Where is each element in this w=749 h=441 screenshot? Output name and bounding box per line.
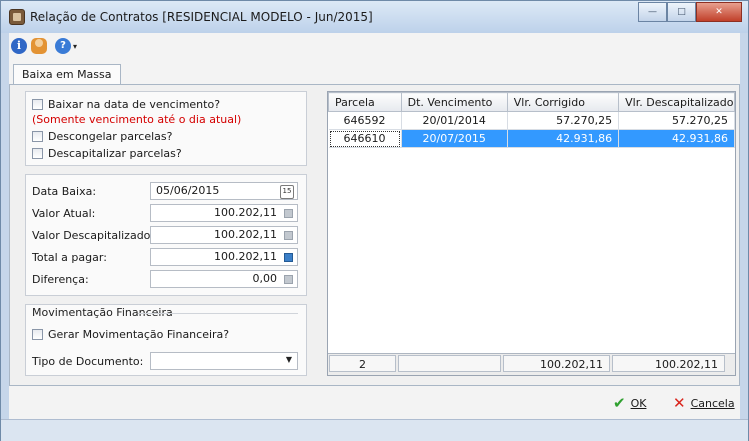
diferenca-label: Diferença: xyxy=(32,273,89,286)
total-pagar-label: Total a pagar: xyxy=(32,251,107,264)
chevron-down-icon[interactable]: ▼ xyxy=(286,355,292,364)
options-group: Baixar na data de vencimento? (Somente v… xyxy=(25,91,307,166)
title-bar[interactable]: Relação de Contratos [RESIDENCIAL MODELO… xyxy=(1,1,748,33)
data-baixa-field[interactable]: 05/06/2015 15 xyxy=(150,182,298,200)
table-row-selected[interactable]: 646610 20/07/2015 42.931,86 42.931,86 xyxy=(328,129,735,148)
calculator-icon[interactable] xyxy=(284,209,293,218)
toolbar: i ? ▾ xyxy=(9,33,740,60)
window-controls: — □ ✕ xyxy=(638,2,742,22)
gerar-movimentacao-option[interactable]: Gerar Movimentação Financeira? xyxy=(32,328,229,341)
descongelar-label: Descongelar parcelas? xyxy=(48,130,173,143)
valor-descapitalizado-label: Valor Descapitalizado: xyxy=(32,229,155,242)
baixar-vencimento-label: Baixar na data de vencimento? xyxy=(48,98,221,111)
calendar-icon[interactable]: 15 xyxy=(280,185,294,199)
close-icon: ✕ xyxy=(673,394,686,412)
data-baixa-value: 05/06/2015 xyxy=(156,184,220,197)
valor-descapitalizado-field[interactable]: 100.202,11 xyxy=(150,226,298,244)
cell-corrigido: 42.931,86 xyxy=(507,129,620,148)
descapitalizar-label: Descapitalizar parcelas? xyxy=(48,147,182,160)
descongelar-checkbox[interactable] xyxy=(32,131,43,142)
column-header-corrigido[interactable]: Vlr. Corrigido xyxy=(506,92,620,112)
parcelas-table: Parcela Dt. Vencimento Vlr. Corrigido Vl… xyxy=(328,92,735,148)
window-title: Relação de Contratos [RESIDENCIAL MODELO… xyxy=(30,10,373,24)
info-icon[interactable]: i xyxy=(11,38,27,54)
descongelar-option[interactable]: Descongelar parcelas? xyxy=(32,130,172,143)
table-row[interactable]: 646592 20/01/2014 57.270,25 57.270,25 xyxy=(328,111,735,130)
group-divider xyxy=(138,313,298,314)
tipo-documento-label: Tipo de Documento: xyxy=(32,355,144,368)
diferenca-field[interactable]: 0,00 xyxy=(150,270,298,288)
tab-baixa-em-massa[interactable]: Baixa em Massa xyxy=(13,64,121,84)
gerar-movimentacao-label: Gerar Movimentação Financeira? xyxy=(48,328,230,341)
app-icon xyxy=(9,9,25,25)
maximize-button[interactable]: □ xyxy=(667,2,696,22)
valor-descapitalizado-value: 100.202,11 xyxy=(214,228,277,241)
column-header-vencimento[interactable]: Dt. Vencimento xyxy=(400,92,508,112)
ok-button[interactable]: ✔ OK xyxy=(613,394,646,412)
close-button[interactable]: ✕ xyxy=(696,2,742,22)
dialog-window: Relação de Contratos [RESIDENCIAL MODELO… xyxy=(0,0,749,441)
valor-atual-label: Valor Atual: xyxy=(32,207,96,220)
values-group: Data Baixa: 05/06/2015 15 Valor Atual: 1… xyxy=(25,174,307,296)
ok-label: OK xyxy=(630,396,647,410)
tab-panel: Baixar na data de vencimento? (Somente v… xyxy=(9,85,740,386)
total-pagar-field[interactable]: 100.202,11 xyxy=(150,248,298,266)
footer-total-corrigido: 100.202,11 xyxy=(503,355,610,372)
user-icon[interactable] xyxy=(31,38,47,54)
footer-blank xyxy=(398,355,501,372)
calculator-icon[interactable] xyxy=(284,275,293,284)
cell-parcela: 646592 xyxy=(328,111,402,130)
help-dropdown-arrow-icon[interactable]: ▾ xyxy=(73,42,77,51)
cancel-label: Cancela xyxy=(690,396,735,410)
checkmark-icon: ✔ xyxy=(613,394,626,412)
status-bar xyxy=(1,419,748,441)
column-header-descapitalizado[interactable]: Vlr. Descapitalizado xyxy=(618,92,735,112)
calculator-icon[interactable] xyxy=(284,253,293,262)
baixar-vencimento-option[interactable]: Baixar na data de vencimento? xyxy=(32,98,220,111)
tipo-documento-select[interactable]: ▼ xyxy=(150,352,298,370)
descapitalizar-option[interactable]: Descapitalizar parcelas? xyxy=(32,147,182,160)
help-icon[interactable]: ? xyxy=(55,38,71,54)
total-pagar-value: 100.202,11 xyxy=(214,250,277,263)
valor-atual-field[interactable]: 100.202,11 xyxy=(150,204,298,222)
footer-count: 2 xyxy=(329,355,396,372)
cell-descapitalizado: 42.931,86 xyxy=(618,129,735,148)
grid-footer: 2 100.202,11 100.202,11 xyxy=(328,353,735,375)
gerar-movimentacao-checkbox[interactable] xyxy=(32,329,43,340)
vencimento-warning: (Somente vencimento até o dia atual) xyxy=(32,113,242,126)
cancel-button[interactable]: ✕ Cancela xyxy=(673,394,735,412)
parcelas-grid[interactable]: Parcela Dt. Vencimento Vlr. Corrigido Vl… xyxy=(327,91,736,376)
table-header-row: Parcela Dt. Vencimento Vlr. Corrigido Vl… xyxy=(328,92,735,112)
data-baixa-label: Data Baixa: xyxy=(32,185,97,198)
valor-atual-value: 100.202,11 xyxy=(214,206,277,219)
diferenca-value: 0,00 xyxy=(252,272,278,285)
column-header-parcela[interactable]: Parcela xyxy=(328,92,402,112)
footer-total-descapitalizado: 100.202,11 xyxy=(612,355,725,372)
movimentacao-group: Movimentação Financeira Gerar Movimentaç… xyxy=(25,304,307,376)
dialog-client-area: i ? ▾ Baixa em Massa Baixar na data de v… xyxy=(9,33,740,432)
cell-vencimento: 20/01/2014 xyxy=(401,111,508,130)
cell-descapitalizado: 57.270,25 xyxy=(618,111,735,130)
cell-vencimento: 20/07/2015 xyxy=(401,129,508,148)
tab-strip: Baixa em Massa xyxy=(9,62,740,85)
descapitalizar-checkbox[interactable] xyxy=(32,148,43,159)
calculator-icon[interactable] xyxy=(284,231,293,240)
minimize-button[interactable]: — xyxy=(638,2,667,22)
cell-corrigido: 57.270,25 xyxy=(507,111,620,130)
baixar-vencimento-checkbox[interactable] xyxy=(32,99,43,110)
cell-parcela: 646610 xyxy=(328,129,402,148)
